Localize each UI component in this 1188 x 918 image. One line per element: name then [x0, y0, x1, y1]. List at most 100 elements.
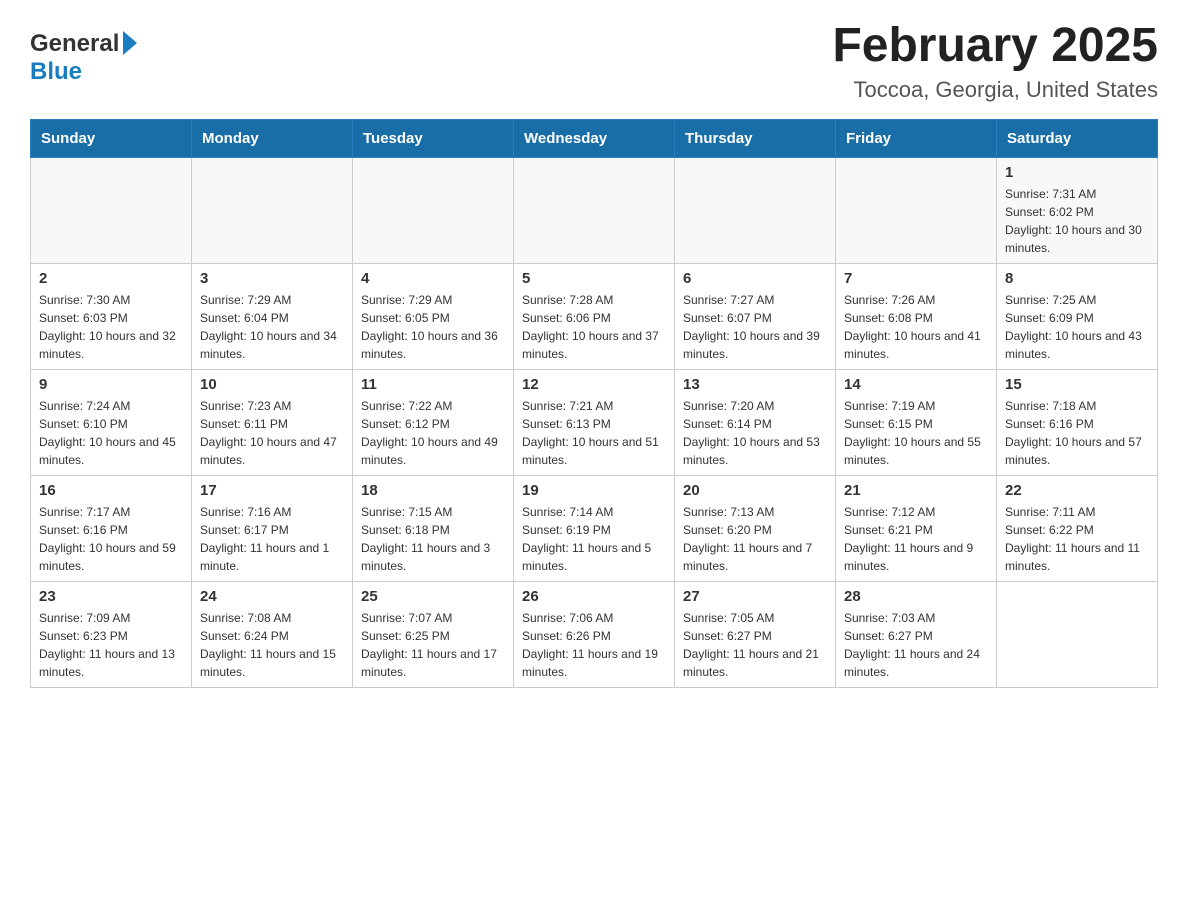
day-number: 10 — [200, 376, 344, 393]
day-number: 1 — [1005, 164, 1149, 181]
table-row: 28 Sunrise: 7:03 AMSunset: 6:27 PMDayligh… — [836, 581, 997, 687]
day-info: Sunrise: 7:14 AMSunset: 6:19 PMDaylight:… — [522, 503, 666, 575]
day-info: Sunrise: 7:12 AMSunset: 6:21 PMDaylight:… — [844, 503, 988, 575]
weekday-tuesday: Tuesday — [353, 119, 514, 157]
table-row: 2Sunrise: 7:30 AMSunset: 6:03 PMDaylight… — [31, 263, 192, 369]
page-header: General Blue February 2025 Toccoa, Georg… — [30, 20, 1158, 103]
table-row: 6 Sunrise: 7:27 AMSunset: 6:07 PMDaylight… — [675, 263, 836, 369]
day-info: Sunrise: 7:15 AMSunset: 6:18 PMDaylight:… — [361, 503, 505, 575]
table-row: 5 Sunrise: 7:28 AMSunset: 6:06 PMDaylight… — [514, 263, 675, 369]
table-row: 12 Sunrise: 7:21 AMSunset: 6:13 PMDayligh… — [514, 369, 675, 475]
day-number: 24 — [200, 588, 344, 605]
table-row: 25 Sunrise: 7:07 AMSunset: 6:25 PMDayligh… — [353, 581, 514, 687]
table-row: 17Sunrise: 7:16 AMSunset: 6:17 PMDayligh… — [192, 475, 353, 581]
day-number: 26 — [522, 588, 666, 605]
day-info: Sunrise: 7:03 AMSunset: 6:27 PMDaylight:… — [844, 609, 988, 681]
day-number: 23 — [39, 588, 183, 605]
calendar-header-row: Sunday Monday Tuesday Wednesday Thursday… — [31, 119, 1158, 157]
day-info: Sunrise: 7:27 AMSunset: 6:07 PMDaylight:… — [683, 291, 827, 363]
weekday-sunday: Sunday — [31, 119, 192, 157]
day-number: 19 — [522, 482, 666, 499]
day-number: 9 — [39, 376, 183, 393]
table-row: 7 Sunrise: 7:26 AMSunset: 6:08 PMDaylight… — [836, 263, 997, 369]
day-number: 3 — [200, 270, 344, 287]
day-number: 6 — [683, 270, 827, 287]
table-row: 20 Sunrise: 7:13 AMSunset: 6:20 PMDayligh… — [675, 475, 836, 581]
table-row: 10 Sunrise: 7:23 AMSunset: 6:11 PMDayligh… — [192, 369, 353, 475]
table-row — [353, 157, 514, 263]
day-info: Sunrise: 7:21 AMSunset: 6:13 PMDaylight:… — [522, 397, 666, 469]
table-row — [31, 157, 192, 263]
table-row: 4Sunrise: 7:29 AMSunset: 6:05 PMDaylight… — [353, 263, 514, 369]
weekday-friday: Friday — [836, 119, 997, 157]
day-number: 12 — [522, 376, 666, 393]
table-row — [514, 157, 675, 263]
table-row: 8 Sunrise: 7:25 AMSunset: 6:09 PMDaylight… — [997, 263, 1158, 369]
day-info: Sunrise: 7:13 AMSunset: 6:20 PMDaylight:… — [683, 503, 827, 575]
logo-arrow-icon — [123, 31, 137, 57]
day-info: Sunrise: 7:18 AMSunset: 6:16 PMDaylight:… — [1005, 397, 1149, 469]
weekday-saturday: Saturday — [997, 119, 1158, 157]
table-row — [192, 157, 353, 263]
day-number: 27 — [683, 588, 827, 605]
calendar-week-row: 2Sunrise: 7:30 AMSunset: 6:03 PMDaylight… — [31, 263, 1158, 369]
weekday-thursday: Thursday — [675, 119, 836, 157]
day-info: Sunrise: 7:05 AMSunset: 6:27 PMDaylight:… — [683, 609, 827, 681]
day-number: 18 — [361, 482, 505, 499]
day-info: Sunrise: 7:06 AMSunset: 6:26 PMDaylight:… — [522, 609, 666, 681]
day-number: 2 — [39, 270, 183, 287]
table-row: 24 Sunrise: 7:08 AMSunset: 6:24 PMDayligh… — [192, 581, 353, 687]
month-year-title: February 2025 — [832, 20, 1158, 73]
table-row: 1Sunrise: 7:31 AMSunset: 6:02 PMDaylight… — [997, 157, 1158, 263]
day-number: 7 — [844, 270, 988, 287]
table-row: 16Sunrise: 7:17 AMSunset: 6:16 PMDayligh… — [31, 475, 192, 581]
table-row: 19 Sunrise: 7:14 AMSunset: 6:19 PMDayligh… — [514, 475, 675, 581]
title-block: February 2025 Toccoa, Georgia, United St… — [832, 20, 1158, 103]
day-info: Sunrise: 7:08 AMSunset: 6:24 PMDaylight:… — [200, 609, 344, 681]
day-number: 5 — [522, 270, 666, 287]
location-subtitle: Toccoa, Georgia, United States — [832, 77, 1158, 103]
day-number: 16 — [39, 482, 183, 499]
day-number: 20 — [683, 482, 827, 499]
day-info: Sunrise: 7:29 AMSunset: 6:05 PMDaylight:… — [361, 291, 505, 363]
day-info: Sunrise: 7:19 AMSunset: 6:15 PMDaylight:… — [844, 397, 988, 469]
table-row: 23Sunrise: 7:09 AMSunset: 6:23 PMDayligh… — [31, 581, 192, 687]
table-row: 9 Sunrise: 7:24 AMSunset: 6:10 PMDaylight… — [31, 369, 192, 475]
calendar-week-row: 9 Sunrise: 7:24 AMSunset: 6:10 PMDaylight… — [31, 369, 1158, 475]
logo-general-text: General — [30, 30, 119, 58]
day-info: Sunrise: 7:20 AMSunset: 6:14 PMDaylight:… — [683, 397, 827, 469]
table-row: 15 Sunrise: 7:18 AMSunset: 6:16 PMDayligh… — [997, 369, 1158, 475]
day-number: 11 — [361, 376, 505, 393]
table-row: 3 Sunrise: 7:29 AMSunset: 6:04 PMDaylight… — [192, 263, 353, 369]
day-number: 21 — [844, 482, 988, 499]
table-row: 27 Sunrise: 7:05 AMSunset: 6:27 PMDayligh… — [675, 581, 836, 687]
day-number: 15 — [1005, 376, 1149, 393]
day-info: Sunrise: 7:25 AMSunset: 6:09 PMDaylight:… — [1005, 291, 1149, 363]
table-row: 21 Sunrise: 7:12 AMSunset: 6:21 PMDayligh… — [836, 475, 997, 581]
table-row — [836, 157, 997, 263]
table-row: 22 Sunrise: 7:11 AMSunset: 6:22 PMDayligh… — [997, 475, 1158, 581]
logo: General Blue — [30, 30, 137, 86]
table-row: 13 Sunrise: 7:20 AMSunset: 6:14 PMDayligh… — [675, 369, 836, 475]
table-row: 18 Sunrise: 7:15 AMSunset: 6:18 PMDayligh… — [353, 475, 514, 581]
calendar-week-row: 16Sunrise: 7:17 AMSunset: 6:16 PMDayligh… — [31, 475, 1158, 581]
weekday-monday: Monday — [192, 119, 353, 157]
day-info: Sunrise: 7:23 AMSunset: 6:11 PMDaylight:… — [200, 397, 344, 469]
day-info: Sunrise: 7:28 AMSunset: 6:06 PMDaylight:… — [522, 291, 666, 363]
calendar-table: Sunday Monday Tuesday Wednesday Thursday… — [30, 119, 1158, 688]
day-number: 8 — [1005, 270, 1149, 287]
day-info: Sunrise: 7:07 AMSunset: 6:25 PMDaylight:… — [361, 609, 505, 681]
logo-blue-text: Blue — [30, 58, 82, 85]
day-number: 28 — [844, 588, 988, 605]
day-number: 25 — [361, 588, 505, 605]
table-row: 26 Sunrise: 7:06 AMSunset: 6:26 PMDayligh… — [514, 581, 675, 687]
day-number: 13 — [683, 376, 827, 393]
day-info: Sunrise: 7:24 AMSunset: 6:10 PMDaylight:… — [39, 397, 183, 469]
table-row — [675, 157, 836, 263]
day-info: Sunrise: 7:11 AMSunset: 6:22 PMDaylight:… — [1005, 503, 1149, 575]
table-row: 14Sunrise: 7:19 AMSunset: 6:15 PMDayligh… — [836, 369, 997, 475]
calendar-week-row: 23Sunrise: 7:09 AMSunset: 6:23 PMDayligh… — [31, 581, 1158, 687]
day-number: 22 — [1005, 482, 1149, 499]
day-info: Sunrise: 7:26 AMSunset: 6:08 PMDaylight:… — [844, 291, 988, 363]
day-info: Sunrise: 7:29 AMSunset: 6:04 PMDaylight:… — [200, 291, 344, 363]
